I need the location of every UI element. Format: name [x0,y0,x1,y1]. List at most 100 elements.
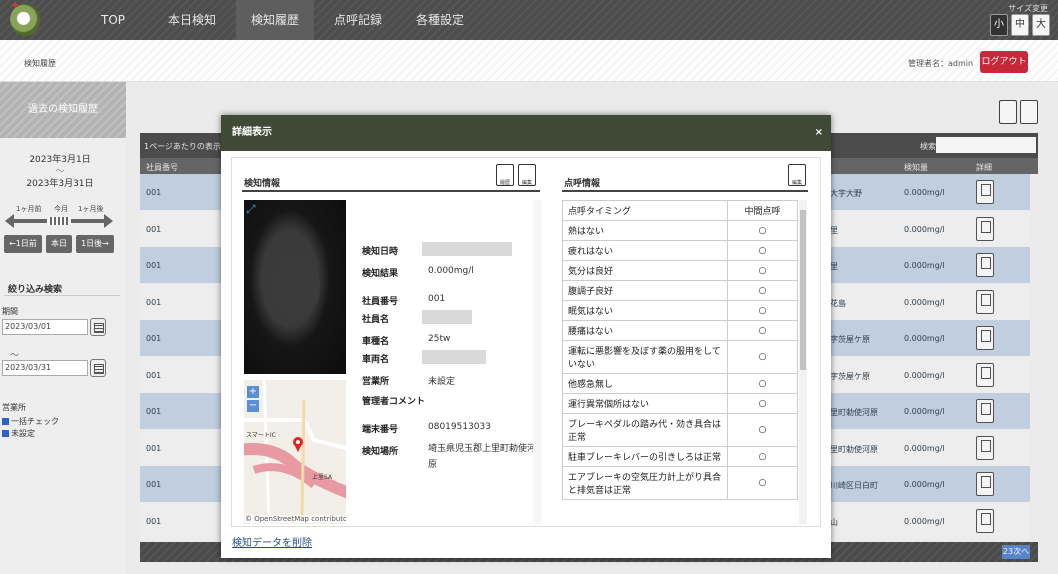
check-all-checkbox[interactable]: 一括チェック [2,416,59,427]
filter-title: 絞り込み検索 [8,285,63,295]
size-large-button[interactable]: 大 [1032,14,1050,36]
call-item-value: ○ [727,240,798,261]
call-timing-label: 点呼タイミング [562,200,728,221]
unset-office-label: 未設定 [11,429,35,438]
call-item-label: 疲れはない [562,240,728,261]
field-label: 営業所 [362,377,390,387]
call-info-divider [562,190,808,192]
size-change-label: サイズ変更 [1008,4,1048,13]
face-image [274,256,320,318]
field-label: 社員名 [362,315,390,325]
close-icon[interactable]: × [815,115,823,151]
call-info-title: 点呼情報 [564,179,601,189]
check-all-label: 一括チェック [11,417,59,426]
checkbox-icon[interactable] [2,430,9,437]
redacted-value [422,350,486,364]
call-scrollbar[interactable] [799,200,807,524]
period-to-input[interactable]: 2023/03/31 [2,360,88,376]
map-label-ic: スマートIC [246,432,276,439]
field-value: 001 [428,294,446,304]
call-item-label: 駐車ブレーキレバーの引きしろは正常 [562,446,728,467]
detection-info-title: 検知情報 [244,179,281,189]
call-item-row: 眠気はない ○ [562,300,798,321]
call-item-value: ○ [727,393,798,414]
sidebar: 過去の検知履歴 2023年3月1日 ～ 2023年3月31日 1ヶ月前 今月 1… [0,82,126,574]
period-from-input[interactable]: 2023/03/01 [2,319,88,335]
call-item-value: ○ [727,300,798,321]
field-value: 0.000mg/l [428,266,474,276]
zoom-out-button[interactable]: − [247,400,259,412]
call-item-label: 腹調子良好 [562,280,728,301]
nav-detection-history[interactable]: 検知履歴 [236,0,314,40]
scrollbar-thumb[interactable] [800,210,806,370]
zoom-in-button[interactable]: + [247,386,259,398]
call-item-label: 眠気はない [562,300,728,321]
logout-button[interactable]: ログアウト [980,51,1028,73]
this-month-label[interactable]: 今月 [54,204,68,214]
nav-roll-call-record[interactable]: 点呼記録 [320,0,396,40]
call-header-row: 点呼タイミング 中間点呼 [562,200,798,221]
call-item-value: ○ [727,446,798,467]
call-item-value: ○ [727,466,798,500]
field-label: 管理者コメント [362,397,426,407]
calendar-from-icon[interactable] [90,318,106,336]
size-medium-button[interactable]: 中 [1011,14,1029,36]
call-item-row: 運転に悪影響を及ぼす薬の服用をしていない ○ [562,340,798,374]
map-attribution[interactable]: © OpenStreetMap contributors [245,515,346,523]
logo-mark-icon: + [11,0,20,11]
field-label: 検知日時 [362,247,399,257]
nav-top[interactable]: TOP [78,0,148,40]
prev-day-button[interactable]: ←1日前 [4,235,42,253]
field-value: 25tw [428,334,451,344]
period-label: 期間 [2,307,18,316]
field-label: 車両名 [362,355,390,365]
prev-month-label[interactable]: 1ヶ月前 [16,204,41,214]
filter-divider [4,295,120,296]
calendar-to-icon[interactable] [90,359,106,377]
month-range-arrow-icon [5,214,113,228]
redacted-value [422,242,512,256]
delete-detection-link[interactable]: 検知データを削除 [232,534,312,549]
nav-settings[interactable]: 各種設定 [400,0,480,40]
call-item-row: 他感急無し ○ [562,373,798,394]
expand-icon[interactable]: ⤢ [246,202,260,216]
field-value: 埼玉県児玉郡上里町勅使河原 [428,444,537,470]
call-item-label: ブレーキペダルの踏み代・効き具合は正常 [562,413,728,447]
call-item-label: 運行異常個所はない [562,393,728,414]
call-edit-icon[interactable]: 編集 [788,164,806,186]
call-item-row: 疲れはない ○ [562,240,798,261]
next-month-label[interactable]: 1ヶ月後 [78,204,103,214]
size-small-button[interactable]: 小 [990,14,1008,36]
call-item-value: ○ [727,373,798,394]
field-label: 端末番号 [362,425,399,435]
sidebar-title: 過去の検知履歴 [0,82,126,138]
call-item-value: ○ [727,413,798,447]
edit-icon[interactable]: 編集 [518,164,536,186]
field-label: 社員番号 [362,297,399,307]
roll-call-table: 点呼タイミング 中間点呼 熱はない ○ 疲れはない ○ 気分は良好 ○ 腹調子良好 ○ 眠気はない ○… [562,200,798,524]
map-graphic [244,380,346,524]
detection-info-divider [242,190,540,192]
field-label: 車種名 [362,337,390,347]
checkbox-icon[interactable] [2,418,9,425]
call-item-value: ○ [727,220,798,241]
next-day-button[interactable]: 1日後→ [76,235,114,253]
nav-today-detection[interactable]: 本日検知 [155,0,229,40]
unset-office-checkbox[interactable]: 未設定 [2,428,35,439]
call-item-row: 気分は良好 ○ [562,260,798,281]
location-map[interactable]: + − スマートIC 上里SA © OpenStreetMap contribu… [244,380,346,524]
office-label: 営業所 [2,403,26,412]
history-icon[interactable]: 履歴 [496,164,514,186]
call-item-label: 腰痛はない [562,320,728,341]
today-button[interactable]: 本日 [46,235,72,253]
call-item-row: ブレーキペダルの踏み代・効き具合は正常 ○ [562,413,798,447]
call-item-row: 運行異常個所はない ○ [562,393,798,414]
modal-body: 検知情報 履歴 編集 ⤢ + − スマートIC 上里SA © OpenStree… [231,157,821,527]
call-item-row: エアブレーキの空気圧力計上がり具合と排気音は正常 ○ [562,466,798,500]
sub-header: 検知履歴 管理者名：admin ログアウト [0,40,1058,82]
call-timing-value: 中間点呼 [727,200,798,221]
call-item-value: ○ [727,340,798,374]
call-item-row: 駐車ブレーキレバーの引きしろは正常 ○ [562,446,798,467]
call-item-label: 気分は良好 [562,260,728,281]
detection-scrollbar[interactable] [533,200,541,524]
